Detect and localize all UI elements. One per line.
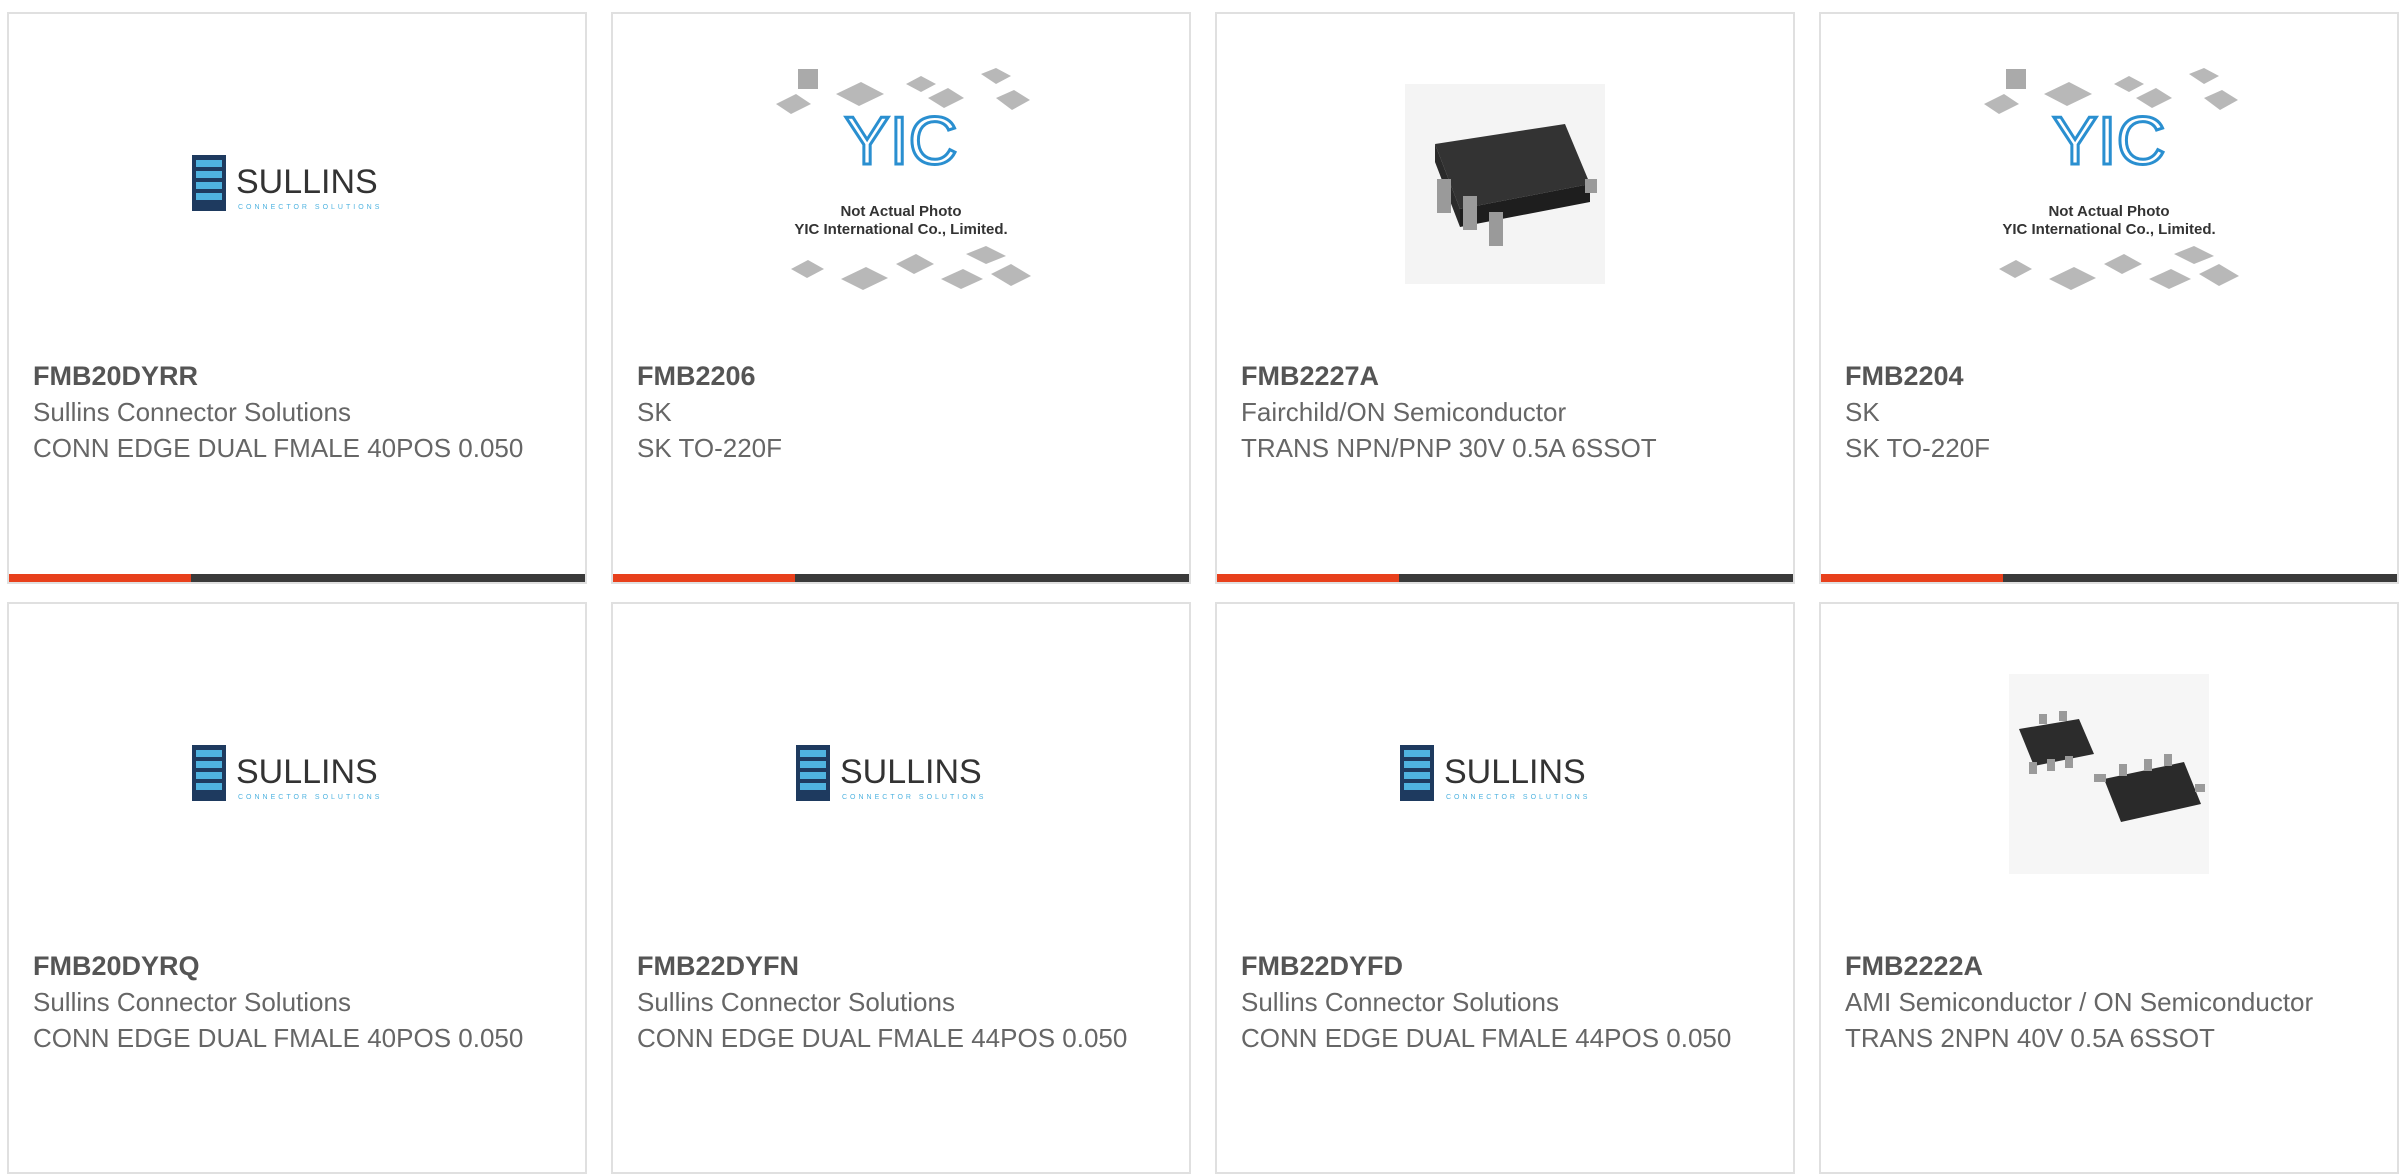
product-info: FMB22DYFD Sullins Connector Solutions CO… — [1241, 948, 1773, 1056]
product-card[interactable]: SULLINS CONNECTOR SOLUTIONS FMB22DYFN Su… — [611, 602, 1191, 1174]
manufacturer: Sullins Connector Solutions — [1241, 987, 1559, 1017]
part-number[interactable]: FMB22DYFN — [637, 948, 1169, 984]
part-number[interactable]: FMB22DYFD — [1241, 948, 1773, 984]
product-card[interactable]: YIC Not Actual Photo YIC International C… — [611, 12, 1191, 584]
part-number[interactable]: FMB20DYRQ — [33, 948, 565, 984]
manufacturer: AMI Semiconductor / ON Semiconductor — [1845, 987, 2314, 1017]
product-info: FMB2204 SK SK TO-220F — [1845, 358, 2377, 466]
product-image-yic-placeholder[interactable]: YIC Not Actual Photo YIC International C… — [613, 14, 1189, 354]
product-image-sullins-logo[interactable]: SULLINS CONNECTOR SOLUTIONS — [9, 604, 585, 944]
description: SK TO-220F — [1845, 433, 1990, 463]
description: TRANS 2NPN 40V 0.5A 6SSOT — [1845, 1023, 2215, 1053]
description: CONN EDGE DUAL FMALE 44POS 0.050 — [637, 1023, 1128, 1053]
product-card[interactable]: SULLINS CONNECTOR SOLUTIONS FMB22DYFD Su… — [1215, 602, 1795, 1174]
card-bottom-bar — [1821, 574, 2397, 582]
sullins-logo-icon: SULLINS CONNECTOR SOLUTIONS — [1400, 745, 1590, 801]
card-bottom-bar — [613, 574, 1189, 582]
svg-text:Not Actual Photo: Not Actual Photo — [840, 203, 961, 220]
card-accent — [613, 574, 795, 582]
svg-text:YIC: YIC — [844, 103, 957, 179]
manufacturer: SK — [637, 397, 672, 427]
yic-placeholder-icon: YIC Not Actual Photo YIC International C… — [776, 68, 1031, 290]
product-image-sullins-logo[interactable]: SULLINS CONNECTOR SOLUTIONS — [9, 14, 585, 354]
manufacturer: Fairchild/ON Semiconductor — [1241, 397, 1567, 427]
sullins-logo-icon: SULLINS CONNECTOR SOLUTIONS — [192, 155, 382, 211]
svg-text:CONNECTOR SOLUTIONS: CONNECTOR SOLUTIONS — [238, 204, 382, 211]
product-card[interactable]: SULLINS CONNECTOR SOLUTIONS FMB20DYRR Su… — [7, 12, 587, 584]
product-card[interactable]: YIC Not Actual Photo YIC International C… — [1819, 12, 2399, 584]
product-info: FMB2206 SK SK TO-220F — [637, 358, 1169, 466]
svg-text:CONNECTOR SOLUTIONS: CONNECTOR SOLUTIONS — [1446, 794, 1590, 801]
yic-placeholder-icon: YIC Not Actual Photo YIC International C… — [1984, 68, 2239, 290]
product-info: FMB2222A AMI Semiconductor / ON Semicond… — [1845, 948, 2377, 1056]
sot-chip-icon — [1405, 84, 1605, 284]
manufacturer: SK — [1845, 397, 1880, 427]
svg-text:Not Actual Photo: Not Actual Photo — [2048, 203, 2169, 220]
product-image-chip-photo-2[interactable] — [1821, 604, 2397, 944]
svg-text:CONNECTOR SOLUTIONS: CONNECTOR SOLUTIONS — [842, 794, 986, 801]
card-bottom-bar — [1217, 574, 1793, 582]
card-accent — [1821, 574, 2003, 582]
manufacturer: Sullins Connector Solutions — [33, 397, 351, 427]
sullins-logo-icon: SULLINS CONNECTOR SOLUTIONS — [192, 745, 382, 801]
product-info: FMB20DYRQ Sullins Connector Solutions CO… — [33, 948, 565, 1056]
card-bottom-bar — [9, 574, 585, 582]
svg-text:SULLINS: SULLINS — [236, 163, 378, 201]
svg-text:CONNECTOR SOLUTIONS: CONNECTOR SOLUTIONS — [238, 794, 382, 801]
description: TRANS NPN/PNP 30V 0.5A 6SSOT — [1241, 433, 1657, 463]
product-info: FMB20DYRR Sullins Connector Solutions CO… — [33, 358, 565, 466]
part-number[interactable]: FMB2206 — [637, 358, 1169, 394]
svg-text:YIC International Co., Limited: YIC International Co., Limited. — [2002, 221, 2215, 238]
svg-text:SULLINS: SULLINS — [1444, 753, 1586, 791]
part-number[interactable]: FMB20DYRR — [33, 358, 565, 394]
manufacturer: Sullins Connector Solutions — [33, 987, 351, 1017]
description: SK TO-220F — [637, 433, 782, 463]
card-accent — [9, 574, 191, 582]
svg-text:SULLINS: SULLINS — [840, 753, 982, 791]
product-image-sullins-logo[interactable]: SULLINS CONNECTOR SOLUTIONS — [613, 604, 1189, 944]
card-accent — [1217, 574, 1399, 582]
product-card[interactable]: FMB2222A AMI Semiconductor / ON Semicond… — [1819, 602, 2399, 1174]
product-image-sullins-logo[interactable]: SULLINS CONNECTOR SOLUTIONS — [1217, 604, 1793, 944]
part-number[interactable]: FMB2227A — [1241, 358, 1773, 394]
svg-text:YIC International Co., Limited: YIC International Co., Limited. — [794, 221, 1007, 238]
part-number[interactable]: FMB2222A — [1845, 948, 2377, 984]
description: CONN EDGE DUAL FMALE 44POS 0.050 — [1241, 1023, 1732, 1053]
product-info: FMB2227A Fairchild/ON Semiconductor TRAN… — [1241, 358, 1773, 466]
description: CONN EDGE DUAL FMALE 40POS 0.050 — [33, 1023, 524, 1053]
part-number[interactable]: FMB2204 — [1845, 358, 2377, 394]
product-card[interactable]: FMB2227A Fairchild/ON Semiconductor TRAN… — [1215, 12, 1795, 584]
svg-text:SULLINS: SULLINS — [236, 753, 378, 791]
product-image-chip-photo[interactable] — [1217, 14, 1793, 354]
sullins-logo-icon: SULLINS CONNECTOR SOLUTIONS — [796, 745, 986, 801]
product-info: FMB22DYFN Sullins Connector Solutions CO… — [637, 948, 1169, 1056]
svg-text:YIC: YIC — [2052, 103, 2165, 179]
manufacturer: Sullins Connector Solutions — [637, 987, 955, 1017]
product-grid: SULLINS CONNECTOR SOLUTIONS FMB20DYRR Su… — [0, 0, 2400, 1174]
description: CONN EDGE DUAL FMALE 40POS 0.050 — [33, 433, 524, 463]
product-card[interactable]: SULLINS CONNECTOR SOLUTIONS FMB20DYRQ Su… — [7, 602, 587, 1174]
product-image-yic-placeholder[interactable]: YIC Not Actual Photo YIC International C… — [1821, 14, 2397, 354]
dual-sot-chip-icon — [2009, 674, 2209, 874]
